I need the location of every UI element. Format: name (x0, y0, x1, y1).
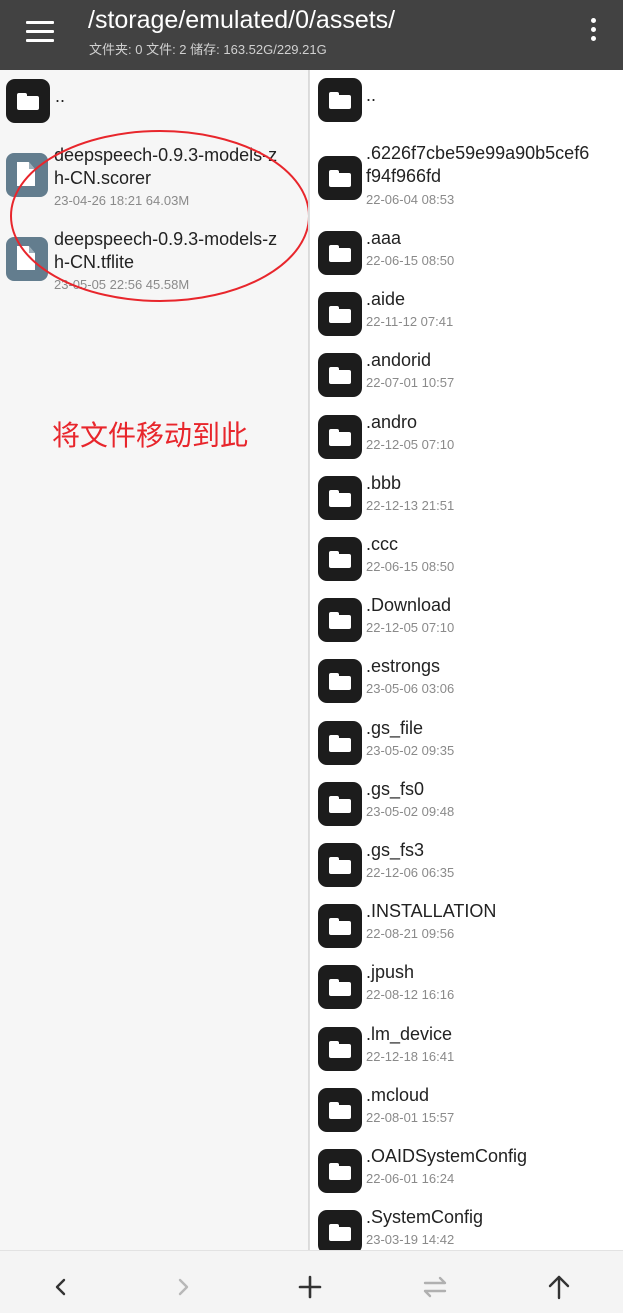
folder-icon (318, 720, 362, 765)
annotation-text: 将文件移动到此 (52, 420, 249, 451)
item-meta: 22-11-12 07:41 (366, 314, 454, 330)
folder-icon (318, 1026, 362, 1071)
item-name: .. (55, 86, 66, 106)
folder-icon (318, 904, 362, 949)
list-item-folder[interactable]: .INSTALLATION 22-08-21 09:56 (310, 896, 623, 954)
folder-icon (318, 659, 362, 704)
item-meta: 22-06-01 16:24 (366, 1171, 455, 1186)
folder-icon (318, 1210, 362, 1250)
list-item-folder[interactable]: .andro 22-12-05 07:10 (310, 407, 623, 465)
folder-icon (318, 598, 362, 643)
bottom-toolbar (0, 1250, 623, 1313)
list-item-folder[interactable]: .6226f7cbe59e99a90b5cef6 f94f966fd 22-06-0… (310, 140, 623, 220)
folder-icon (318, 292, 362, 337)
item-meta: 22-07-01 10:57 (366, 375, 455, 391)
folder-icon (318, 781, 362, 826)
list-item-folder[interactable]: .Download 22-12-05 07:10 (310, 590, 623, 648)
list-item-folder[interactable]: .gs_file 23-05-02 09:35 (310, 713, 623, 771)
item-name: .gs_file (366, 717, 424, 738)
item-meta: 22-06-15 08:50 (366, 559, 455, 574)
item-meta: 23-05-02 09:35 (366, 742, 455, 758)
item-name: .lm_device (366, 1023, 453, 1044)
chevron-right-icon[interactable] (168, 1271, 200, 1303)
list-item-folder[interactable]: .gs_fs3 22-12-06 06:35 (310, 835, 623, 893)
item-meta: 22-12-13 21:51 (366, 497, 455, 513)
swap-arrows-icon[interactable] (419, 1271, 451, 1303)
folder-icon (6, 79, 50, 123)
more-vertical-icon[interactable] (585, 16, 601, 44)
list-item-folder[interactable]: .ccc 22-06-15 08:50 (310, 529, 623, 587)
folder-icon (318, 353, 362, 398)
item-meta: 22-12-06 06:35 (366, 865, 455, 880)
list-item-folder[interactable]: .mcloud 22-08-01 15:57 (310, 1080, 623, 1138)
list-item-parent-folder[interactable]: .. (0, 70, 309, 126)
item-name: .estrongs (366, 656, 441, 677)
folder-icon (318, 965, 362, 1010)
item-name-line2: f94f966fd (366, 166, 442, 186)
item-name: .bbb (366, 472, 402, 493)
left-file-pane: .. deepspeech-0.9.3-models-z h-CN.scorer… (0, 70, 309, 1250)
list-item-folder[interactable]: .lm_device 22-12-18 16:41 (310, 1019, 623, 1077)
item-name: .gs_fs0 (366, 778, 425, 799)
list-item-folder[interactable]: .SystemConfig 23-03-19 14:42 (310, 1202, 623, 1250)
item-name: .mcloud (366, 1084, 430, 1105)
item-name: .aaa (366, 228, 402, 248)
item-meta: 22-08-01 15:57 (366, 1109, 455, 1125)
hamburger-menu-icon[interactable] (22, 14, 58, 50)
item-name: .aide (366, 289, 406, 310)
item-name: .OAIDSystemConfig (366, 1146, 528, 1166)
right-file-pane: .. .6226f7cbe59e99a90b5cef6 f94f966fd 22-06… (310, 70, 623, 1250)
item-meta: 22-08-21 09:56 (366, 926, 455, 942)
item-meta: 23-05-02 09:48 (366, 803, 455, 819)
item-name: .andro (366, 411, 418, 432)
folder-icon (318, 1087, 362, 1132)
folder-icon (318, 843, 362, 887)
item-meta: 22-06-04 08:53 (366, 192, 455, 207)
item-meta: 23-05-06 03:06 (366, 681, 455, 697)
item-meta: 22-08-12 16:16 (366, 987, 455, 1003)
item-meta: 22-12-18 16:41 (366, 1048, 455, 1064)
folder-icon (318, 231, 362, 275)
folder-icon (318, 414, 362, 459)
item-meta: 22-06-15 08:50 (366, 253, 455, 268)
list-item-folder[interactable]: .bbb 22-12-13 21:51 (310, 468, 623, 526)
chevron-left-icon[interactable] (44, 1271, 76, 1303)
list-item-folder[interactable]: .gs_fs0 23-05-02 09:48 (310, 774, 623, 832)
item-name: .SystemConfig (366, 1207, 484, 1228)
arrow-up-icon[interactable] (543, 1271, 575, 1303)
path-title: /storage/emulated/0/assets/ (88, 6, 396, 34)
list-item-folder[interactable]: .jpush 22-08-12 16:16 (310, 957, 623, 1015)
folder-icon (318, 78, 362, 122)
item-meta: 23-03-19 14:42 (366, 1232, 455, 1248)
item-name: .gs_fs3 (366, 840, 425, 860)
folder-icon (318, 1149, 362, 1193)
list-item-folder[interactable]: .aide 22-11-12 07:41 (310, 284, 623, 342)
item-name: .INSTALLATION (366, 901, 497, 922)
plus-icon[interactable] (294, 1271, 326, 1303)
item-name: .Download (366, 595, 452, 616)
item-meta: 22-12-05 07:10 (366, 620, 455, 636)
list-item-folder[interactable]: .OAIDSystemConfig 22-06-01 16:24 (310, 1141, 623, 1199)
storage-summary: 文件夹: 0 文件: 2 储存: 163.52G/229.21G (89, 42, 327, 57)
item-name: .jpush (366, 962, 415, 983)
item-name: .. (366, 85, 377, 105)
list-item-folder[interactable]: .aaa 22-06-15 08:50 (310, 223, 623, 281)
folder-icon (318, 156, 362, 200)
item-name: .ccc (366, 534, 399, 554)
list-item-parent-folder[interactable]: .. (310, 70, 623, 128)
item-meta: 22-12-05 07:10 (366, 436, 455, 452)
list-item-folder[interactable]: .estrongs 23-05-06 03:06 (310, 651, 623, 709)
annotation-ellipse (10, 130, 309, 302)
item-name: .andorid (366, 350, 432, 371)
list-item-folder[interactable]: .andorid 22-07-01 10:57 (310, 345, 623, 403)
folder-icon (318, 537, 362, 581)
item-name-line1: .6226f7cbe59e99a90b5cef6 (366, 143, 590, 163)
app-header: /storage/emulated/0/assets/ 文件夹: 0 文件: 2… (0, 0, 623, 70)
folder-icon (318, 475, 362, 520)
